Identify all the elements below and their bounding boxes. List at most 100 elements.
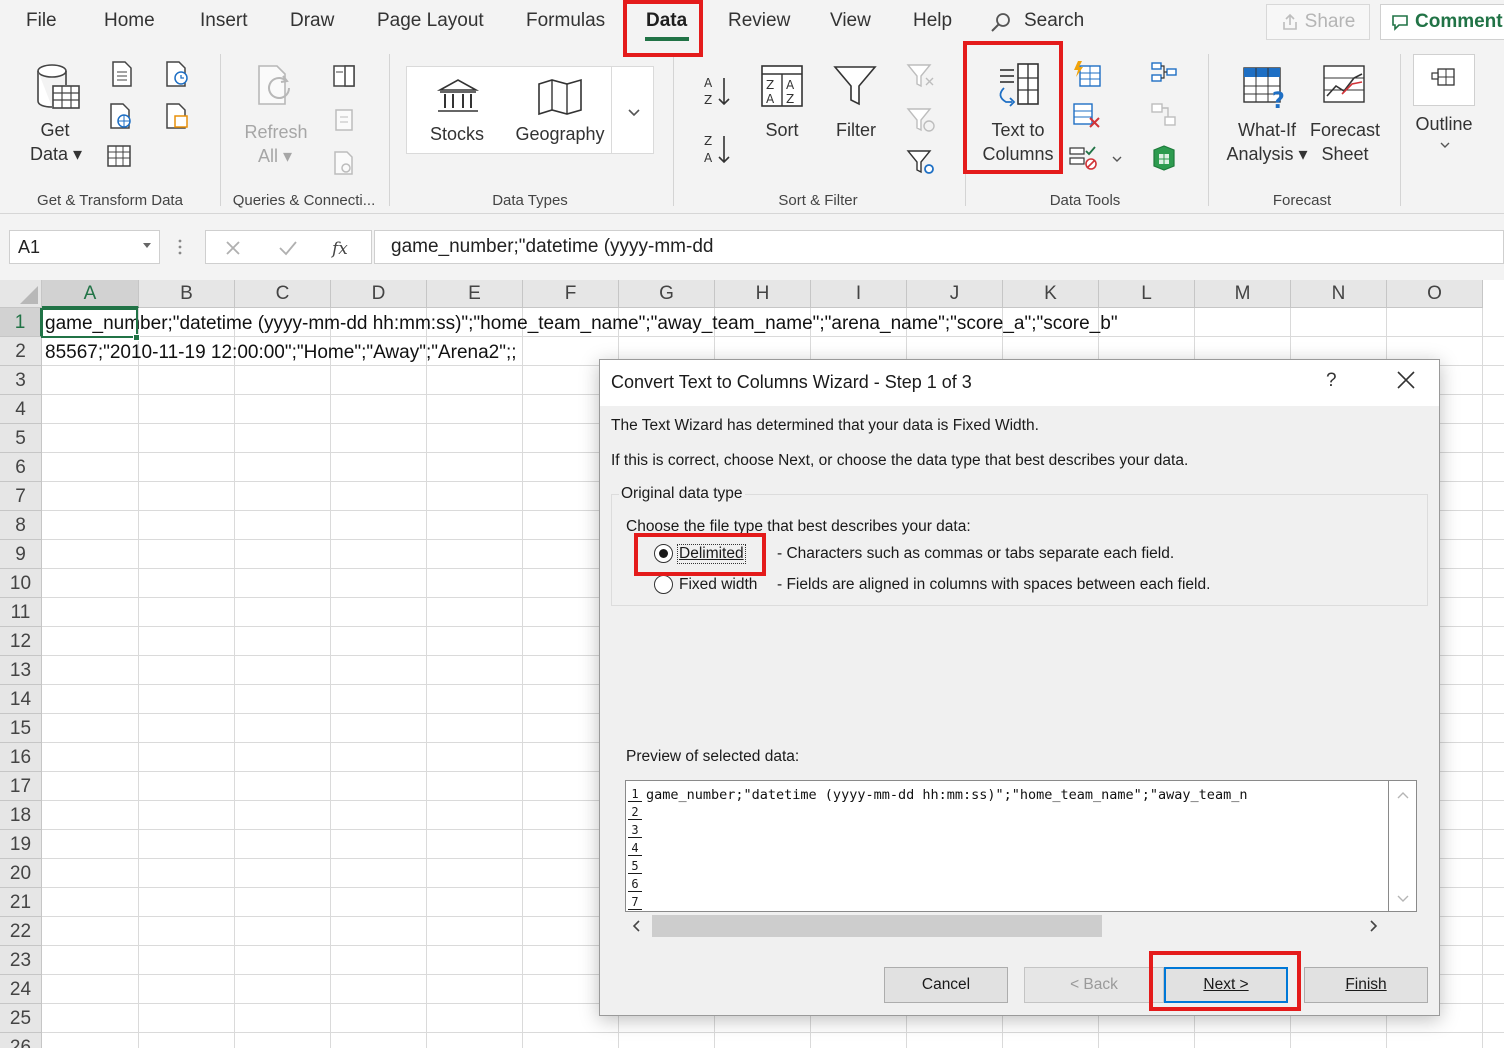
get-data-icon[interactable] <box>36 62 82 122</box>
sort-z-to-a-icon[interactable]: Z A <box>702 132 732 166</box>
row-header-18[interactable]: 18 <box>0 801 42 830</box>
fixed-width-label[interactable]: Fixed width <box>679 576 757 594</box>
row-header-1[interactable]: 1 <box>0 308 42 337</box>
stocks-label[interactable]: Stocks <box>425 122 489 146</box>
outline-button[interactable] <box>1413 54 1475 106</box>
row-header-20[interactable]: 20 <box>0 859 42 888</box>
from-table-icon[interactable] <box>106 144 132 168</box>
cell-a1[interactable]: game_number;"datetime (yyyy-mm-dd hh:mm:… <box>45 309 1118 338</box>
insert-function-icon[interactable]: fx <box>330 237 352 259</box>
outline-label[interactable]: Outline <box>1410 112 1478 136</box>
cancel-icon[interactable] <box>224 239 242 257</box>
sort-icon[interactable]: Z A A Z <box>760 64 804 108</box>
scroll-right-icon[interactable] <box>1369 920 1379 932</box>
tab-help[interactable]: Help <box>913 10 952 32</box>
row-header-5[interactable]: 5 <box>0 424 42 453</box>
tab-home[interactable]: Home <box>104 10 155 32</box>
tab-formulas[interactable]: Formulas <box>526 10 605 32</box>
row-header-19[interactable]: 19 <box>0 830 42 859</box>
cell-a2[interactable]: 85567;"2010-11-19 12:00:00";"Home";"Away… <box>45 338 517 367</box>
what-if-label-2[interactable]: Analysis ▾ <box>1226 142 1308 166</box>
chevron-down-icon[interactable] <box>1110 154 1124 164</box>
filter-label[interactable]: Filter <box>826 118 886 142</box>
flash-fill-icon[interactable] <box>1072 60 1102 88</box>
preview-vertical-scrollbar[interactable] <box>1389 780 1417 912</box>
column-header-k[interactable]: K <box>1003 280 1099 308</box>
recent-sources-icon[interactable] <box>164 60 190 88</box>
from-text-icon[interactable] <box>108 60 134 88</box>
row-header-9[interactable]: 9 <box>0 540 42 569</box>
select-all-button[interactable] <box>0 280 42 308</box>
column-header-c[interactable]: C <box>235 280 331 308</box>
what-if-label-1[interactable]: What-If <box>1232 118 1302 142</box>
close-icon[interactable] <box>1396 370 1416 390</box>
tab-view[interactable]: View <box>830 10 871 32</box>
row-header-10[interactable]: 10 <box>0 569 42 598</box>
column-header-h[interactable]: H <box>715 280 811 308</box>
row-header-7[interactable]: 7 <box>0 482 42 511</box>
row-header-4[interactable]: 4 <box>0 395 42 424</box>
tab-review[interactable]: Review <box>728 10 790 32</box>
manage-data-model-icon[interactable] <box>1150 144 1178 172</box>
finish-button[interactable]: Finish <box>1304 967 1428 1003</box>
sort-label[interactable]: Sort <box>755 118 809 142</box>
data-validation-icon[interactable] <box>1068 144 1098 172</box>
queries-connections-icon[interactable] <box>332 64 356 88</box>
what-if-analysis-icon[interactable]: ? <box>1242 66 1290 110</box>
row-header-21[interactable]: 21 <box>0 888 42 917</box>
geography-icon[interactable] <box>537 78 583 116</box>
search-icon[interactable] <box>990 12 1012 34</box>
data-types-more-button[interactable] <box>611 66 654 154</box>
cancel-button[interactable]: Cancel <box>884 967 1008 1003</box>
forecast-sheet-label-1[interactable]: Forecast <box>1308 118 1382 142</box>
geography-label[interactable]: Geography <box>510 122 610 146</box>
row-header-17[interactable]: 17 <box>0 772 42 801</box>
tab-page-layout[interactable]: Page Layout <box>377 10 484 32</box>
row-header-11[interactable]: 11 <box>0 598 42 627</box>
chevron-down-icon[interactable] <box>143 243 151 248</box>
preview-horizontal-scrollbar[interactable] <box>625 912 1389 940</box>
scroll-left-icon[interactable] <box>631 920 641 932</box>
help-button[interactable]: ? <box>1326 370 1337 392</box>
row-header-16[interactable]: 16 <box>0 743 42 772</box>
drag-handle-icon[interactable] <box>176 238 184 256</box>
search-box[interactable]: Search <box>1024 10 1084 32</box>
scroll-up-icon[interactable] <box>1397 791 1409 799</box>
column-header-g[interactable]: G <box>619 280 715 308</box>
tab-insert[interactable]: Insert <box>200 10 248 32</box>
column-header-j[interactable]: J <box>907 280 1003 308</box>
tab-draw[interactable]: Draw <box>290 10 334 32</box>
column-header-b[interactable]: B <box>139 280 235 308</box>
enter-check-icon[interactable] <box>278 239 298 257</box>
from-web-icon[interactable] <box>108 102 134 130</box>
column-header-m[interactable]: M <box>1195 280 1291 308</box>
remove-duplicates-icon[interactable] <box>1072 102 1102 130</box>
refresh-all-icon[interactable] <box>255 64 301 112</box>
tab-file[interactable]: File <box>26 10 57 32</box>
row-header-25[interactable]: 25 <box>0 1004 42 1033</box>
column-header-d[interactable]: D <box>331 280 427 308</box>
data-preview[interactable]: 1 2 3 4 5 6 7 game_number;"datetime (yyyy-mm-d… <box>625 780 1389 912</box>
name-box[interactable]: A1 <box>9 230 160 264</box>
row-header-8[interactable]: 8 <box>0 511 42 540</box>
scrollbar-thumb[interactable] <box>652 915 1102 937</box>
stocks-icon[interactable] <box>436 78 480 116</box>
row-header-15[interactable]: 15 <box>0 714 42 743</box>
column-header-a[interactable]: A <box>42 280 139 308</box>
formula-input[interactable]: game_number;"datetime (yyyy-mm-dd <box>374 230 1504 264</box>
fixed-width-radio[interactable] <box>654 575 673 594</box>
column-header-l[interactable]: L <box>1099 280 1195 308</box>
row-header-23[interactable]: 23 <box>0 946 42 975</box>
row-header-2[interactable]: 2 <box>0 337 42 366</box>
existing-connections-icon[interactable] <box>164 102 190 130</box>
column-header-i[interactable]: I <box>811 280 907 308</box>
back-button[interactable]: < Back <box>1024 967 1164 1003</box>
chevron-down-icon[interactable] <box>1438 140 1452 150</box>
column-header-e[interactable]: E <box>427 280 523 308</box>
sort-a-to-z-icon[interactable]: A Z <box>702 74 732 108</box>
row-header-22[interactable]: 22 <box>0 917 42 946</box>
comment-button[interactable]: Comment <box>1380 4 1504 40</box>
consolidate-icon[interactable] <box>1150 60 1178 86</box>
share-button[interactable]: Share <box>1266 4 1370 40</box>
row-header-3[interactable]: 3 <box>0 366 42 395</box>
